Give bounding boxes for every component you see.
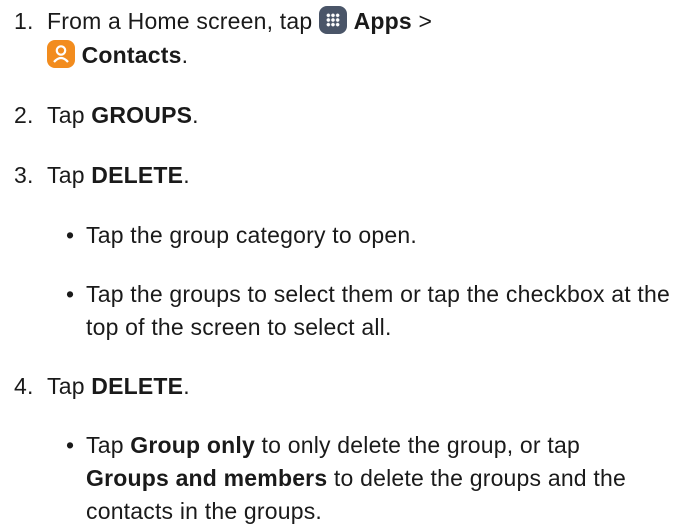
delete-label: DELETE [91, 373, 184, 399]
step-number: 1. [14, 8, 34, 34]
bullet-text: Tap Group only to only delete the group,… [86, 432, 626, 524]
bullet-item: • Tap the groups to select them or tap t… [66, 278, 676, 344]
step-number: 4. [14, 373, 34, 399]
bullet-item: • Tap the group category to open. [66, 219, 417, 252]
apps-label: Apps [353, 8, 412, 34]
bullet-text: Tap the group category to open. [86, 222, 417, 248]
step-1: 1. From a Home screen, tap Apps > [14, 4, 432, 38]
apps-grid-icon [318, 6, 347, 34]
groups-and-members-option: Groups and members [86, 465, 328, 491]
groups-label: GROUPS [91, 102, 193, 128]
step-2: 2. Tap GROUPS. [14, 98, 199, 132]
contacts-person-icon [47, 40, 75, 68]
bullet-text: Tap the groups to select them or tap the… [86, 281, 670, 340]
step-number: 3. [14, 162, 34, 188]
contacts-label: Contacts [81, 42, 182, 68]
bullet-dot: • [66, 222, 75, 248]
step-number: 2. [14, 102, 34, 128]
bullet-dot: • [66, 281, 75, 307]
step-text: From a Home screen, tap [47, 8, 313, 34]
separator: > [418, 8, 433, 34]
delete-label: DELETE [91, 162, 184, 188]
instruction-page: 1. From a Home screen, tap Apps > Contact… [0, 0, 693, 524]
group-only-option: Group only [130, 432, 255, 458]
bullet-dot: • [66, 432, 75, 458]
step-3: 3. Tap DELETE. [14, 158, 190, 192]
bullet-item: • Tap Group only to only delete the grou… [66, 429, 666, 528]
step-4: 4. Tap DELETE. [14, 369, 190, 403]
step-1-continued: Contacts. [47, 38, 188, 72]
